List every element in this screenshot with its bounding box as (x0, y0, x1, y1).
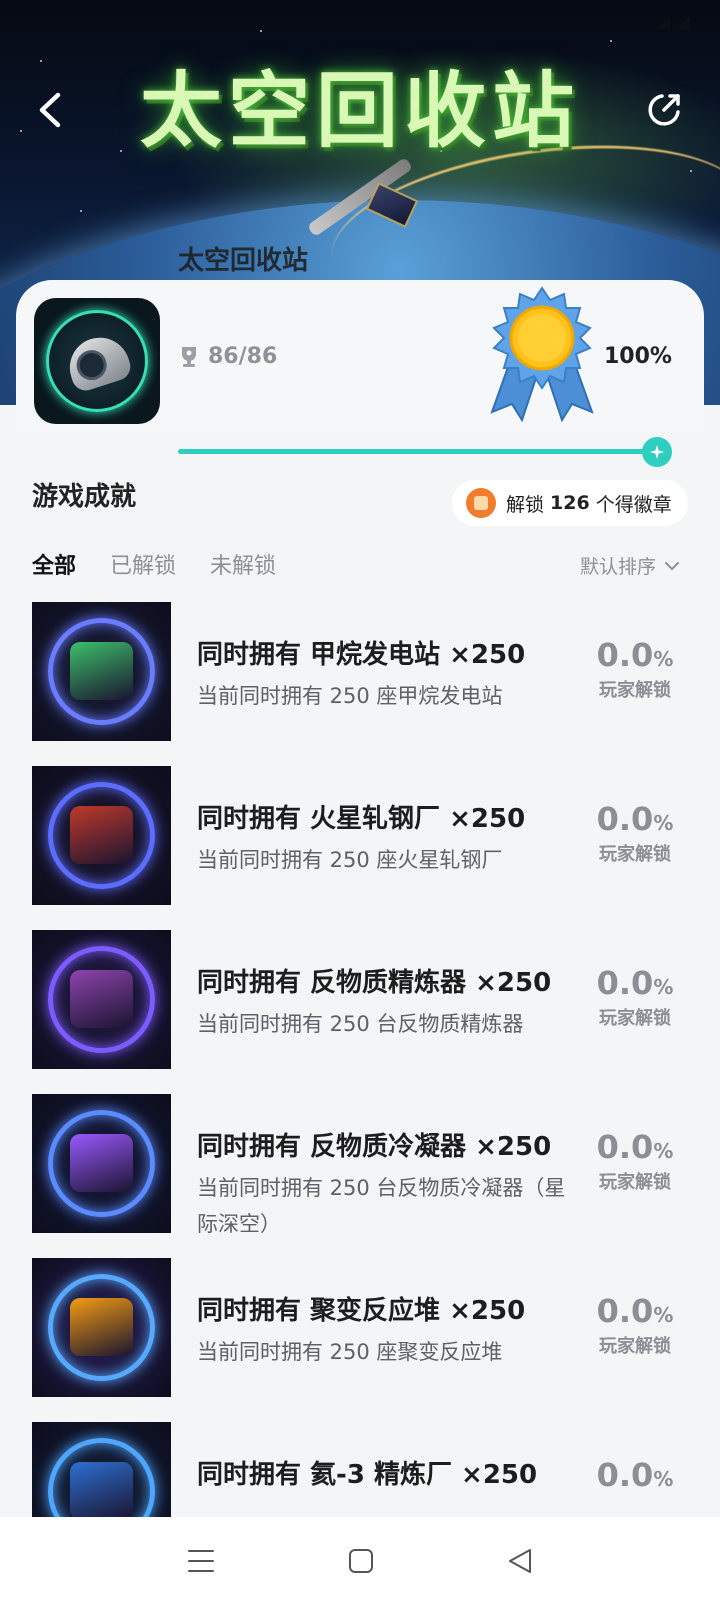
unlock-rate-unit: % (653, 1139, 674, 1163)
back-triangle-icon[interactable] (507, 1547, 533, 1575)
home-square-icon[interactable] (348, 1548, 374, 1574)
unlock-rate-unit: % (653, 1303, 674, 1327)
tab-locked[interactable]: 未解锁 (210, 548, 276, 580)
progress-fill (178, 449, 646, 454)
unlock-rate-unit: % (653, 811, 674, 835)
badge-suffix: 个得徽章 (595, 493, 672, 516)
achievement-badge-icon (32, 602, 171, 741)
achievement-item[interactable]: 同时拥有 火星轧钢厂 ×250 当前同时拥有 250 座火星轧钢厂 0.0% 玩… (0, 766, 720, 905)
menu-icon[interactable] (187, 1548, 215, 1574)
badge-prefix: 解锁 (506, 493, 545, 516)
unlock-rate-unit: % (653, 975, 674, 999)
completion-progress-bar (178, 449, 646, 454)
filter-tabs: 全部 已解锁 未解锁 (32, 548, 310, 580)
status-bar (0, 0, 720, 46)
unlock-rate-label: 玩家解锁 (599, 680, 671, 701)
tab-unlocked[interactable]: 已解锁 (110, 548, 176, 580)
unlock-rate-unit: % (653, 647, 674, 671)
unlock-rate: 0.0% 玩家解锁 (590, 964, 680, 1030)
achievement-desc: 当前同时拥有 250 座聚变反应堆 (197, 1340, 503, 1364)
unlock-rate-label: 玩家解锁 (599, 1336, 671, 1357)
unlock-rate-value: 0.0 (596, 636, 654, 674)
unlock-rate-value: 0.0 (596, 964, 654, 1002)
achievement-title: 同时拥有 火星轧钢厂 ×250 (197, 804, 526, 834)
unlock-rate-label: 玩家解锁 (599, 1008, 671, 1029)
achievement-badge-icon (32, 1258, 171, 1397)
section-title: 游戏成就 (32, 482, 137, 512)
achievement-title: 同时拥有 甲烷发电站 ×250 (197, 640, 526, 670)
share-icon (648, 94, 680, 126)
trophy-icon (182, 346, 196, 367)
unlock-rate: 0.0% 玩家解锁 (590, 1292, 680, 1358)
game-app-icon[interactable] (34, 298, 160, 424)
unlock-rate-label: 玩家解锁 (599, 844, 671, 865)
achievement-badge-icon (32, 766, 171, 905)
share-button[interactable] (642, 88, 686, 132)
achievement-desc: 当前同时拥有 250 台反物质冷凝器（星际深空） (197, 1176, 566, 1236)
signal-icon (656, 16, 670, 30)
unlock-rate-value: 0.0 (596, 800, 654, 838)
trophy-count-text: 86/86 (208, 344, 278, 369)
achievement-title: 同时拥有 聚变反应堆 ×250 (197, 1296, 526, 1326)
banner-title: 太空回收站 (139, 64, 580, 159)
achievement-badge-icon (32, 930, 171, 1069)
achievement-title: 同时拥有 反物质精炼器 ×250 (197, 968, 552, 998)
unlock-rate-label: 玩家解锁 (599, 1172, 671, 1193)
badge-count: 126 (550, 492, 590, 514)
unlock-rate-unit: % (653, 1467, 674, 1491)
unlock-rate: 0.0% (590, 1456, 680, 1494)
completion-medal-icon (490, 286, 594, 422)
achievement-desc: 当前同时拥有 250 座火星轧钢厂 (197, 848, 503, 872)
sort-label: 默认排序 (580, 556, 657, 578)
unlock-rate-value: 0.0 (596, 1128, 654, 1166)
unlock-rate: 0.0% 玩家解锁 (590, 636, 680, 702)
achievement-title: 同时拥有 反物质冷凝器 ×250 (197, 1132, 552, 1162)
achievement-item[interactable]: 同时拥有 反物质精炼器 ×250 当前同时拥有 250 台反物质精炼器 0.0%… (0, 930, 720, 1069)
unlock-rate: 0.0% 玩家解锁 (590, 800, 680, 866)
unlock-rate: 0.0% 玩家解锁 (590, 1128, 680, 1194)
sparkle-icon (650, 445, 664, 459)
completion-percent: 100% (604, 344, 672, 369)
achievement-item[interactable]: 同时拥有 聚变反应堆 ×250 当前同时拥有 250 座聚变反应堆 0.0% 玩… (0, 1258, 720, 1397)
tab-all[interactable]: 全部 (32, 548, 76, 580)
badge-unlock-pill[interactable]: 解锁 126 个得徽章 (452, 480, 688, 526)
achievement-desc: 当前同时拥有 250 台反物质精炼器 (197, 1012, 524, 1036)
chevron-left-icon (39, 92, 61, 128)
achievement-item[interactable]: 同时拥有 甲烷发电站 ×250 当前同时拥有 250 座甲烷发电站 0.0% 玩… (0, 602, 720, 741)
unlock-rate-value: 0.0 (596, 1456, 654, 1494)
achievement-desc: 当前同时拥有 250 座甲烷发电站 (197, 684, 503, 708)
progress-knob (642, 437, 672, 467)
game-summary-card: 86/86 100% (16, 280, 704, 432)
achievement-title: 同时拥有 氦-3 精炼厂 ×250 (197, 1460, 538, 1490)
chevron-down-icon (665, 561, 680, 570)
trophy-count: 86/86 (178, 344, 277, 369)
achievement-badge-icon (32, 1094, 171, 1233)
badge-icon (466, 488, 496, 518)
achievement-item[interactable]: 同时拥有 反物质冷凝器 ×250 当前同时拥有 250 台反物质冷凝器（星际深空… (0, 1094, 720, 1236)
sort-dropdown[interactable]: 默认排序 (580, 552, 680, 579)
system-navigation-bar (0, 1517, 720, 1605)
game-name: 太空回收站 (178, 246, 309, 276)
signal-icon (676, 16, 690, 30)
back-button[interactable] (28, 88, 72, 132)
unlock-rate-value: 0.0 (596, 1292, 654, 1330)
